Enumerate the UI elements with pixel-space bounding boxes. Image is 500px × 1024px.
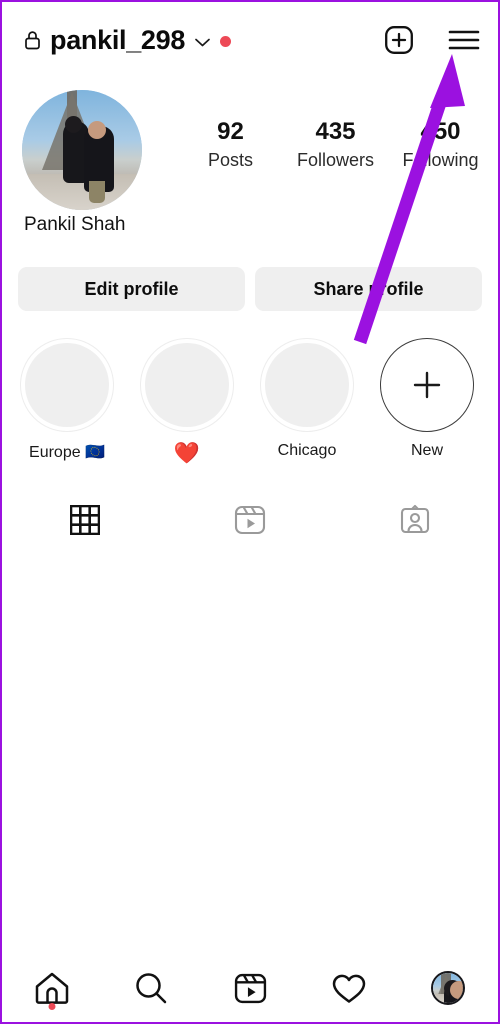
posts-grid-empty <box>2 548 498 948</box>
nav-reels[interactable] <box>200 954 299 1022</box>
highlight-label: Europe 🇪🇺 <box>29 444 105 461</box>
notification-dot <box>220 35 232 47</box>
highlight-heart[interactable]: ❤️ <box>138 338 236 466</box>
stat-following-label: Following <box>402 149 479 170</box>
profile-picture-image <box>22 90 142 210</box>
reels-icon <box>234 973 266 1003</box>
edit-profile-button[interactable]: Edit profile <box>18 267 245 311</box>
highlight-thumbnail <box>20 338 114 432</box>
highlight-thumbnail <box>260 338 354 432</box>
instagram-profile-screen: pankil_298 92 Posts 435 Followers 450 Fo… <box>0 0 500 1024</box>
heart-icon <box>332 974 366 1003</box>
home-icon <box>35 972 68 1004</box>
reels-icon <box>234 505 266 535</box>
chevron-down-icon[interactable] <box>194 37 211 48</box>
highlight-label: New <box>410 442 443 459</box>
search-icon <box>136 973 167 1004</box>
nav-home[interactable] <box>2 954 101 1022</box>
bottom-navigation-bar <box>2 954 498 1022</box>
stat-followers-label: Followers <box>296 149 375 170</box>
nav-profile[interactable] <box>399 954 498 1022</box>
lock-icon <box>25 31 40 50</box>
avatar <box>431 971 466 1005</box>
stat-following[interactable]: 450 Following <box>388 118 493 171</box>
header-actions <box>384 25 480 55</box>
tab-reels[interactable] <box>167 492 332 548</box>
profile-tabs <box>2 492 498 548</box>
nav-activity[interactable] <box>300 954 399 1022</box>
nav-search[interactable] <box>101 954 200 1022</box>
profile-action-buttons: Edit profile Share profile <box>18 267 482 311</box>
tab-grid[interactable] <box>2 492 167 548</box>
stat-posts-value: 92 <box>217 118 244 145</box>
new-post-icon[interactable] <box>384 25 414 55</box>
grid-icon <box>69 505 100 535</box>
stat-following-value: 450 <box>420 118 461 145</box>
tab-tagged[interactable] <box>333 492 498 548</box>
highlight-label: Chicago <box>277 442 337 459</box>
highlight-chicago[interactable]: Chicago <box>258 338 356 466</box>
plus-icon <box>413 371 441 399</box>
stat-followers[interactable]: 435 Followers <box>283 118 388 171</box>
profile-display-name: Pankil Shah <box>24 214 126 235</box>
share-profile-button[interactable]: Share profile <box>255 267 482 311</box>
stat-posts-label: Posts <box>207 149 254 170</box>
highlight-thumbnail <box>140 338 234 432</box>
story-highlights: Europe 🇪🇺 ❤️ Chicago New <box>2 338 498 466</box>
new-highlight-circle <box>380 338 474 432</box>
app-header: pankil_298 <box>2 2 498 78</box>
home-notification-dot <box>48 1003 56 1010</box>
avatar[interactable] <box>22 90 142 210</box>
profile-summary: 92 Posts 435 Followers 450 Following <box>2 90 498 210</box>
hamburger-menu-icon[interactable] <box>448 28 480 52</box>
username-label: pankil_298 <box>50 24 186 55</box>
header-username-group[interactable]: pankil_298 <box>24 24 384 55</box>
stat-followers-value: 435 <box>315 118 356 145</box>
tagged-icon <box>401 504 430 534</box>
profile-stats: 92 Posts 435 Followers 450 Following <box>178 118 498 171</box>
nav-profile-picture <box>433 973 464 1003</box>
highlight-new[interactable]: New <box>378 338 476 466</box>
stat-posts[interactable]: 92 Posts <box>178 118 283 171</box>
highlight-label: ❤️ <box>173 442 201 465</box>
highlight-europe[interactable]: Europe 🇪🇺 <box>18 338 116 466</box>
